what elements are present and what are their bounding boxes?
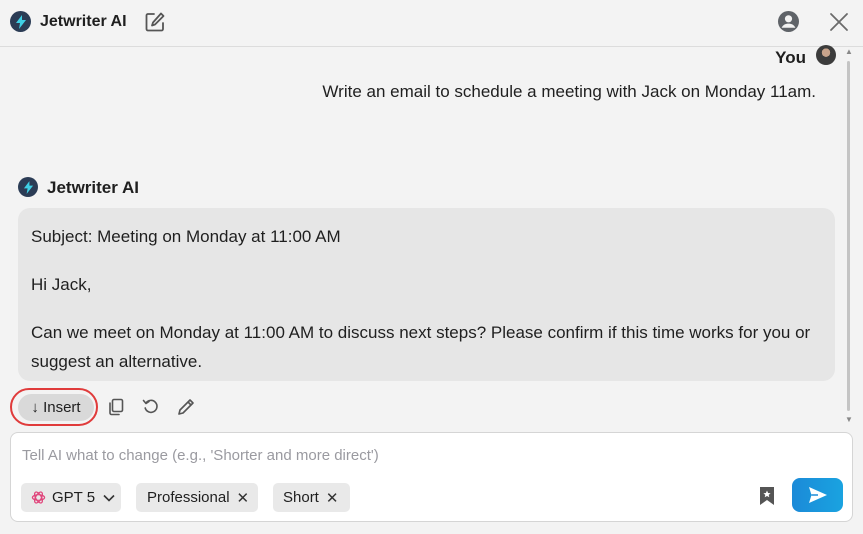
- remove-chip-icon[interactable]: ✕: [237, 489, 250, 507]
- chip-label: Short: [283, 489, 319, 506]
- chevron-down-icon: [103, 494, 115, 502]
- ai-name: Jetwriter AI: [47, 178, 139, 197]
- scroll-down-icon[interactable]: ▼: [844, 415, 854, 425]
- header-bar: Jetwriter AI: [0, 0, 863, 47]
- chip-label: Professional: [147, 489, 230, 506]
- chip-professional[interactable]: Professional ✕: [136, 483, 258, 512]
- send-icon: [808, 487, 827, 503]
- response-actions: ↓ Insert: [0, 388, 860, 428]
- scroll-up-icon[interactable]: ▲: [844, 47, 854, 57]
- model-label: GPT 5: [52, 489, 96, 506]
- remove-chip-icon[interactable]: ✕: [326, 489, 339, 507]
- insert-button[interactable]: ↓ Insert: [18, 394, 94, 421]
- scroll-thumb[interactable]: [847, 61, 850, 411]
- ai-paragraph: Hi Jack,: [31, 275, 92, 294]
- model-selector[interactable]: GPT 5: [21, 483, 121, 512]
- user-avatar: [816, 45, 836, 65]
- chat-scrollbar[interactable]: ▲ ▼: [844, 47, 854, 425]
- send-button[interactable]: [792, 478, 843, 512]
- copy-icon[interactable]: [107, 398, 125, 416]
- chip-short[interactable]: Short ✕: [273, 483, 350, 512]
- close-icon[interactable]: [829, 12, 849, 32]
- openai-icon: [31, 491, 46, 504]
- ai-paragraph: Subject: Meeting on Monday at 11:00 AM: [31, 227, 341, 246]
- composer-input[interactable]: Tell AI what to change (e.g., 'Shorter a…: [10, 432, 853, 522]
- user-account-icon[interactable]: [777, 10, 800, 33]
- jetwriter-logo-icon: [18, 177, 38, 197]
- bookmark-icon[interactable]: [757, 485, 777, 507]
- user-label: You: [775, 48, 806, 67]
- regenerate-icon[interactable]: [142, 398, 160, 416]
- ai-paragraph: Can we meet on Monday at 11:00 AM to dis…: [31, 323, 811, 371]
- ai-response-bubble: Subject: Meeting on Monday at 11:00 AM H…: [18, 208, 835, 381]
- pencil-icon[interactable]: [177, 398, 195, 416]
- app-title: Jetwriter AI: [40, 13, 127, 30]
- user-message: Write an email to schedule a meeting wit…: [322, 82, 816, 101]
- composer-placeholder[interactable]: Tell AI what to change (e.g., 'Shorter a…: [22, 447, 379, 464]
- jetwriter-logo-icon: [10, 11, 31, 32]
- edit-icon[interactable]: [144, 11, 166, 33]
